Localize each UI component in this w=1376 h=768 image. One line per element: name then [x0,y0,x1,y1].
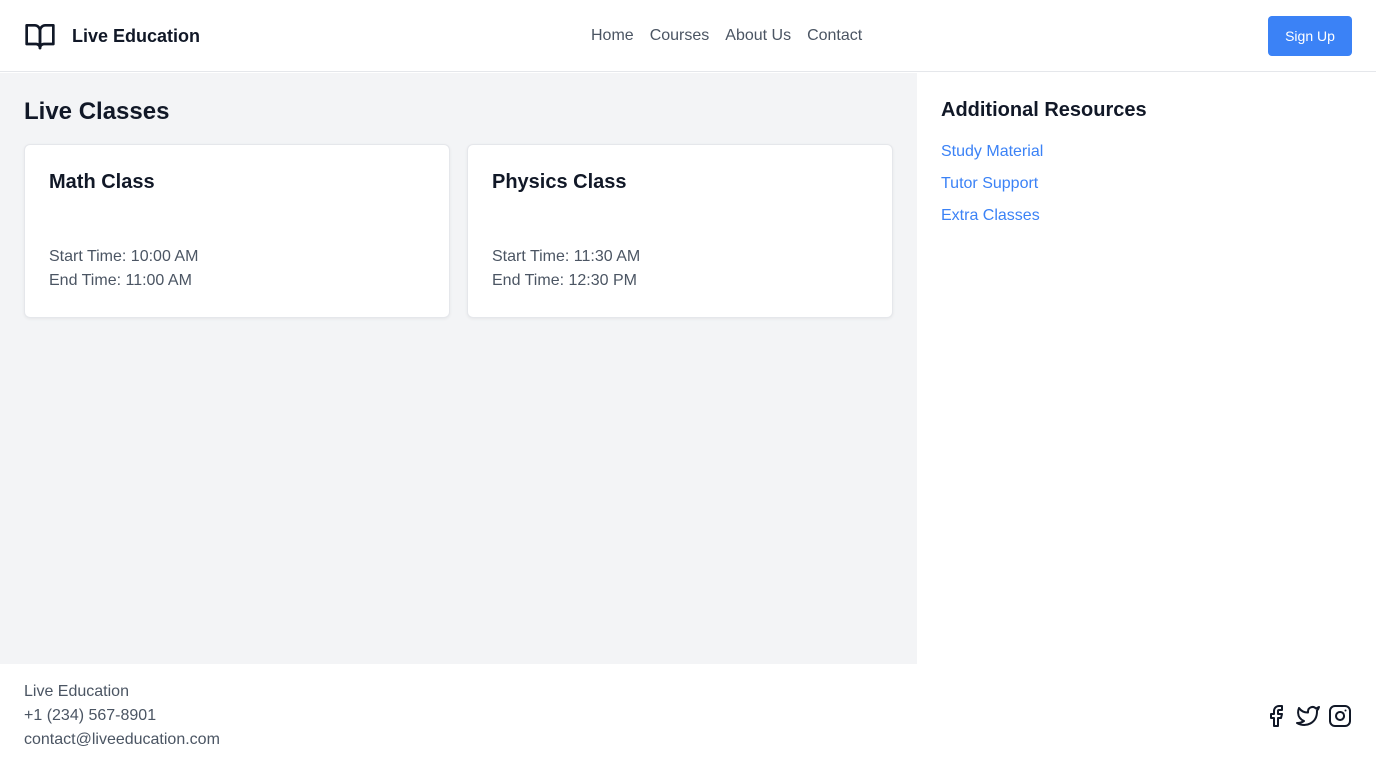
class-title: Physics Class [492,171,627,193]
nav-home[interactable]: Home [591,24,634,48]
nav-contact[interactable]: Contact [807,24,862,48]
main-nav: Home Courses About Us Contact [591,24,862,48]
list-item: Study Material [941,139,1043,171]
page-title: Live Classes [24,98,170,125]
class-start-time: Start Time: 11:30 AM [492,248,641,265]
sidebar-title: Additional Resources [941,99,1147,121]
class-start-time: Start Time: 10:00 AM [49,248,199,265]
book-open-icon [24,20,56,52]
resources-sidebar: Additional Resources Study Material Tuto… [917,73,1376,664]
instagram-icon[interactable] [1328,704,1352,728]
class-end-time: End Time: 12:30 PM [492,272,637,289]
live-classes-section: Live Classes Math Class Start Time: 10:0… [0,73,917,664]
list-item: Extra Classes [941,203,1043,235]
class-title: Math Class [49,171,155,193]
footer-phone: +1 (234) 567-8901 [24,707,157,724]
brand[interactable]: Live Education [24,20,200,52]
twitter-icon[interactable] [1296,704,1320,728]
link-study-material[interactable]: Study Material [941,143,1043,160]
nav-about-us[interactable]: About Us [725,24,791,48]
footer-contact-info: Live Education +1 (234) 567-8901 contact… [24,680,220,752]
class-end-time: End Time: 11:00 AM [49,272,192,289]
site-footer: Live Education +1 (234) 567-8901 contact… [0,664,1376,768]
footer-name: Live Education [24,683,129,700]
class-card-math[interactable]: Math Class Start Time: 10:00 AM End Time… [24,144,450,318]
social-links [1264,704,1352,728]
class-card-physics[interactable]: Physics Class Start Time: 11:30 AM End T… [467,144,893,318]
resource-list: Study Material Tutor Support Extra Class… [941,139,1043,235]
site-header: Live Education Home Courses About Us Con… [0,0,1376,72]
footer-email: contact@liveeducation.com [24,731,220,748]
link-extra-classes[interactable]: Extra Classes [941,207,1040,224]
brand-name: Live Education [72,25,201,46]
sign-up-button[interactable]: Sign Up [1268,16,1352,56]
nav-courses[interactable]: Courses [650,24,710,48]
link-tutor-support[interactable]: Tutor Support [941,175,1038,192]
facebook-icon[interactable] [1264,704,1288,728]
list-item: Tutor Support [941,171,1043,203]
